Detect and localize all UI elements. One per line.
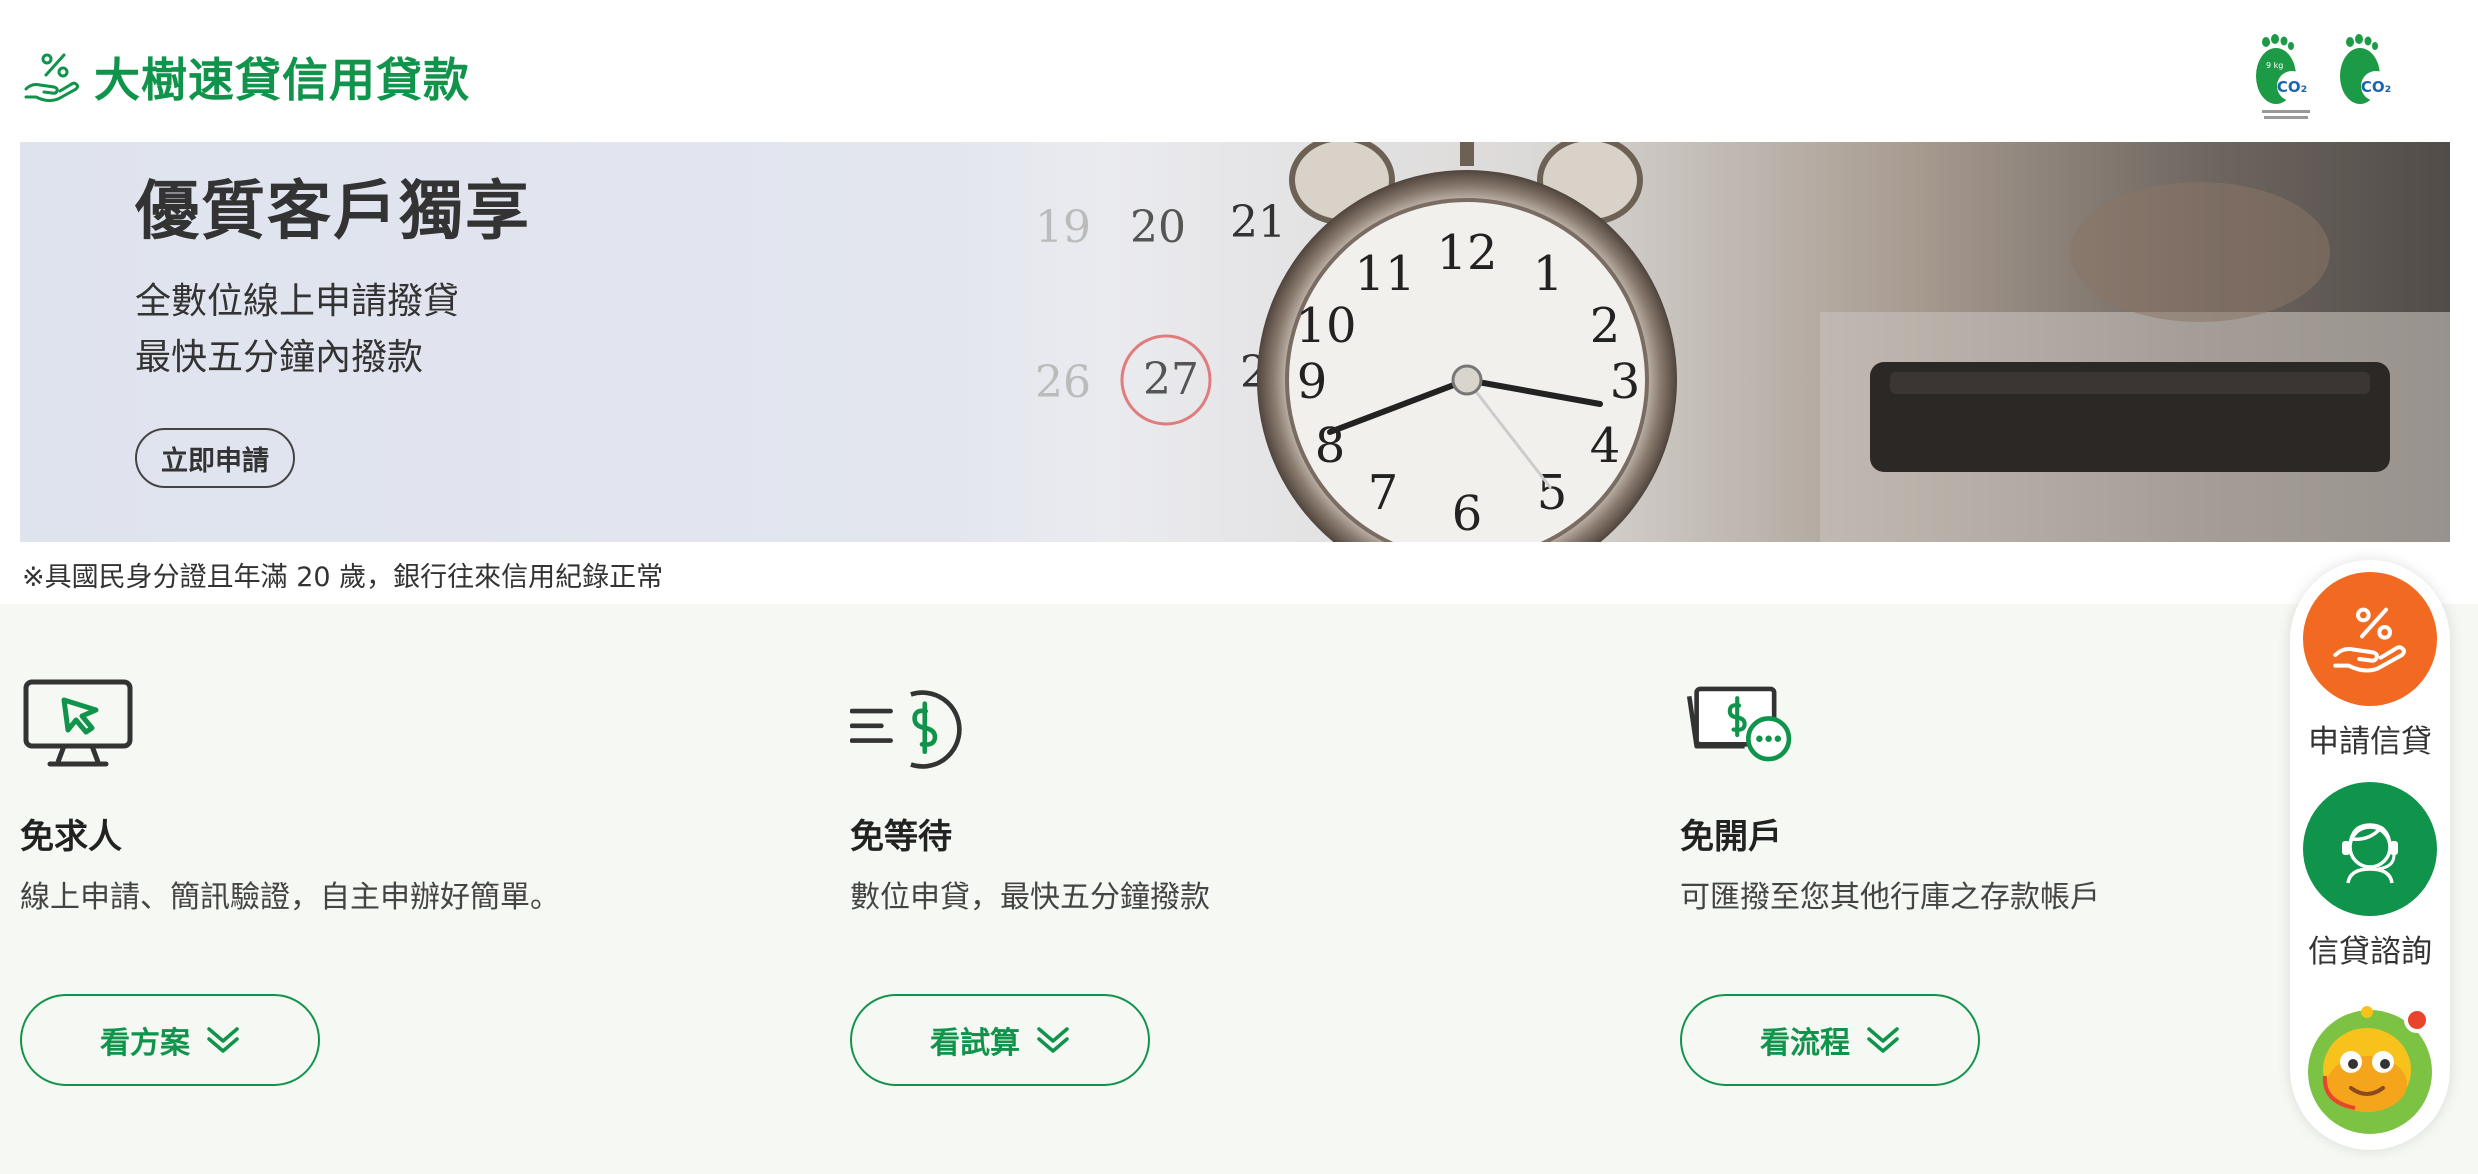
side-apply-loan[interactable]: 申請信貸 [2290, 572, 2450, 761]
hand-percent-icon [2333, 607, 2406, 673]
calendar-day: 26 [1035, 357, 1091, 408]
svg-text:6: 6 [1452, 486, 1483, 542]
fast-dollar-icon [850, 690, 962, 769]
svg-text:2: 2 [1590, 298, 1621, 354]
feature-desc: 數位申貸，最快五分鐘撥款 [850, 880, 1210, 915]
apply-loan-circle[interactable] [2303, 572, 2437, 706]
loan-consult-circle[interactable] [2303, 782, 2437, 916]
loan-consult-label: 信貸諮詢 [2308, 934, 2432, 970]
apply-now-button[interactable]: 立即申請 [135, 428, 295, 488]
svg-text:3: 3 [1610, 354, 1641, 410]
double-chevron-down-icon [1867, 1027, 1899, 1053]
brand-logo[interactable]: 大樹速貸信用貸款 [22, 44, 470, 110]
hero-text-block: 優質客戶獨享 全數位線上申請撥貸 最快五分鐘內撥款 [135, 160, 531, 386]
monitor-cursor-icon [23, 679, 133, 767]
carbon-reduction-label-icon: CO₂ [2340, 34, 2391, 104]
hero-banner[interactable]: 19 20 21 26 27 28 1212 345 678 91011 優質客… [20, 142, 2450, 542]
calendar-day: 20 [1130, 202, 1186, 253]
hand-percent-icon [24, 53, 79, 103]
svg-text:12: 12 [1436, 225, 1497, 281]
feature-title: 免求人 [20, 817, 122, 857]
features-section: 免求人 線上申請、簡訊驗證，自主申辦好簡單。 看方案 免等待 數位申貸，最快五分… [0, 604, 2478, 1174]
view-process-button[interactable]: 看流程 [1680, 994, 1980, 1086]
customer-service-headset-icon [2342, 823, 2398, 884]
svg-text:11: 11 [1354, 246, 1415, 302]
view-process-label: 看流程 [1760, 1026, 1850, 1061]
view-calculator-button[interactable]: 看試算 [850, 994, 1150, 1086]
side-chatbot[interactable] [2290, 992, 2450, 1146]
chatbot-mascot-icon[interactable] [2295, 992, 2445, 1142]
calendar-day: 27 [1143, 354, 1199, 405]
double-chevron-down-icon [207, 1027, 239, 1053]
hero-subtitle: 全數位線上申請撥貸 最快五分鐘內撥款 [135, 274, 531, 386]
svg-text:4: 4 [1590, 418, 1621, 474]
alarm-clock-calendar-image: 19 20 21 26 27 28 1212 345 678 91011 [1035, 142, 2450, 542]
carbon-footprint-label-icon: CO₂ 9 kg [2256, 34, 2310, 119]
view-calculator-label: 看試算 [930, 1026, 1020, 1061]
apply-loan-label: 申請信貸 [2308, 724, 2432, 760]
feature-desc: 可匯撥至您其他行庫之存款帳戶 [1680, 880, 2100, 915]
svg-text:9: 9 [1297, 354, 1328, 410]
site-title: 大樹速貸信用貸款 [94, 53, 470, 107]
feature-title: 免等待 [850, 817, 952, 857]
calendar-day: 19 [1035, 202, 1091, 253]
view-plans-button[interactable]: 看方案 [20, 994, 320, 1086]
view-plans-label: 看方案 [100, 1026, 190, 1061]
carbon-value-text: 9 kg [2266, 61, 2283, 70]
feature-desc: 線上申請、簡訊驗證，自主申辦好簡單。 [20, 880, 560, 915]
floating-side-panel: 申請信貸 信貸諮詢 [2290, 560, 2450, 1150]
eligibility-note: ※具國民身分證且年滿 20 歲，銀行往來信用紀錄正常 [22, 562, 664, 593]
hero-subtitle-line2: 最快五分鐘內撥款 [135, 337, 424, 378]
svg-text:10: 10 [1295, 298, 1356, 354]
svg-text:CO₂: CO₂ [2361, 78, 2391, 96]
site-header: 大樹速貸信用貸款 CO₂ 9 kg CO₂ [0, 0, 2478, 142]
calendar-day: 21 [1230, 197, 1286, 248]
feature-title: 免開戶 [1680, 817, 1782, 857]
svg-text:1: 1 [1533, 246, 1564, 302]
side-loan-consult[interactable]: 信貸諮詢 [2290, 782, 2450, 971]
svg-text:7: 7 [1368, 465, 1399, 521]
hero-title: 優質客戶獨享 [135, 175, 531, 249]
double-chevron-down-icon [1037, 1027, 1069, 1053]
hero-subtitle-line1: 全數位線上申請撥貸 [135, 281, 460, 322]
transfer-card-icon [1686, 686, 1792, 762]
svg-text:CO₂: CO₂ [2277, 78, 2307, 96]
